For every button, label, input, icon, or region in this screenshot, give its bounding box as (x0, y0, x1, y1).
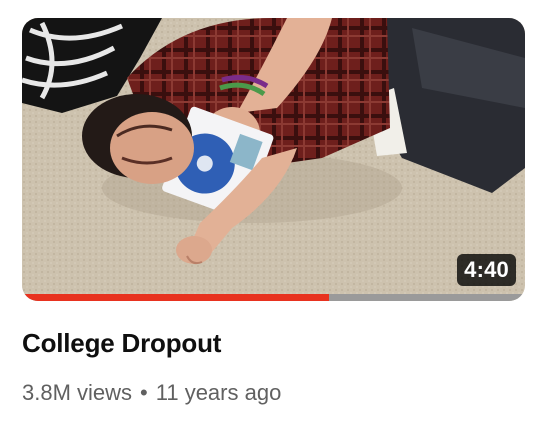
view-count: 3.8M views (22, 380, 133, 405)
watch-progress-bar (22, 294, 525, 301)
video-thumbnail[interactable]: 4:40 (22, 18, 525, 301)
separator-dot: • (140, 380, 148, 405)
duration-badge: 4:40 (457, 254, 516, 286)
upload-age: 11 years ago (155, 380, 282, 405)
video-metadata: 3.8M views • 11 years ago (22, 380, 281, 406)
person-lying-on-carpet-thumbnail (22, 18, 525, 301)
video-title[interactable]: College Dropout (22, 328, 221, 359)
watch-progress-fill (22, 294, 329, 301)
video-card[interactable]: 4:40 College Dropout 3.8M views • 11 years… (0, 0, 540, 444)
